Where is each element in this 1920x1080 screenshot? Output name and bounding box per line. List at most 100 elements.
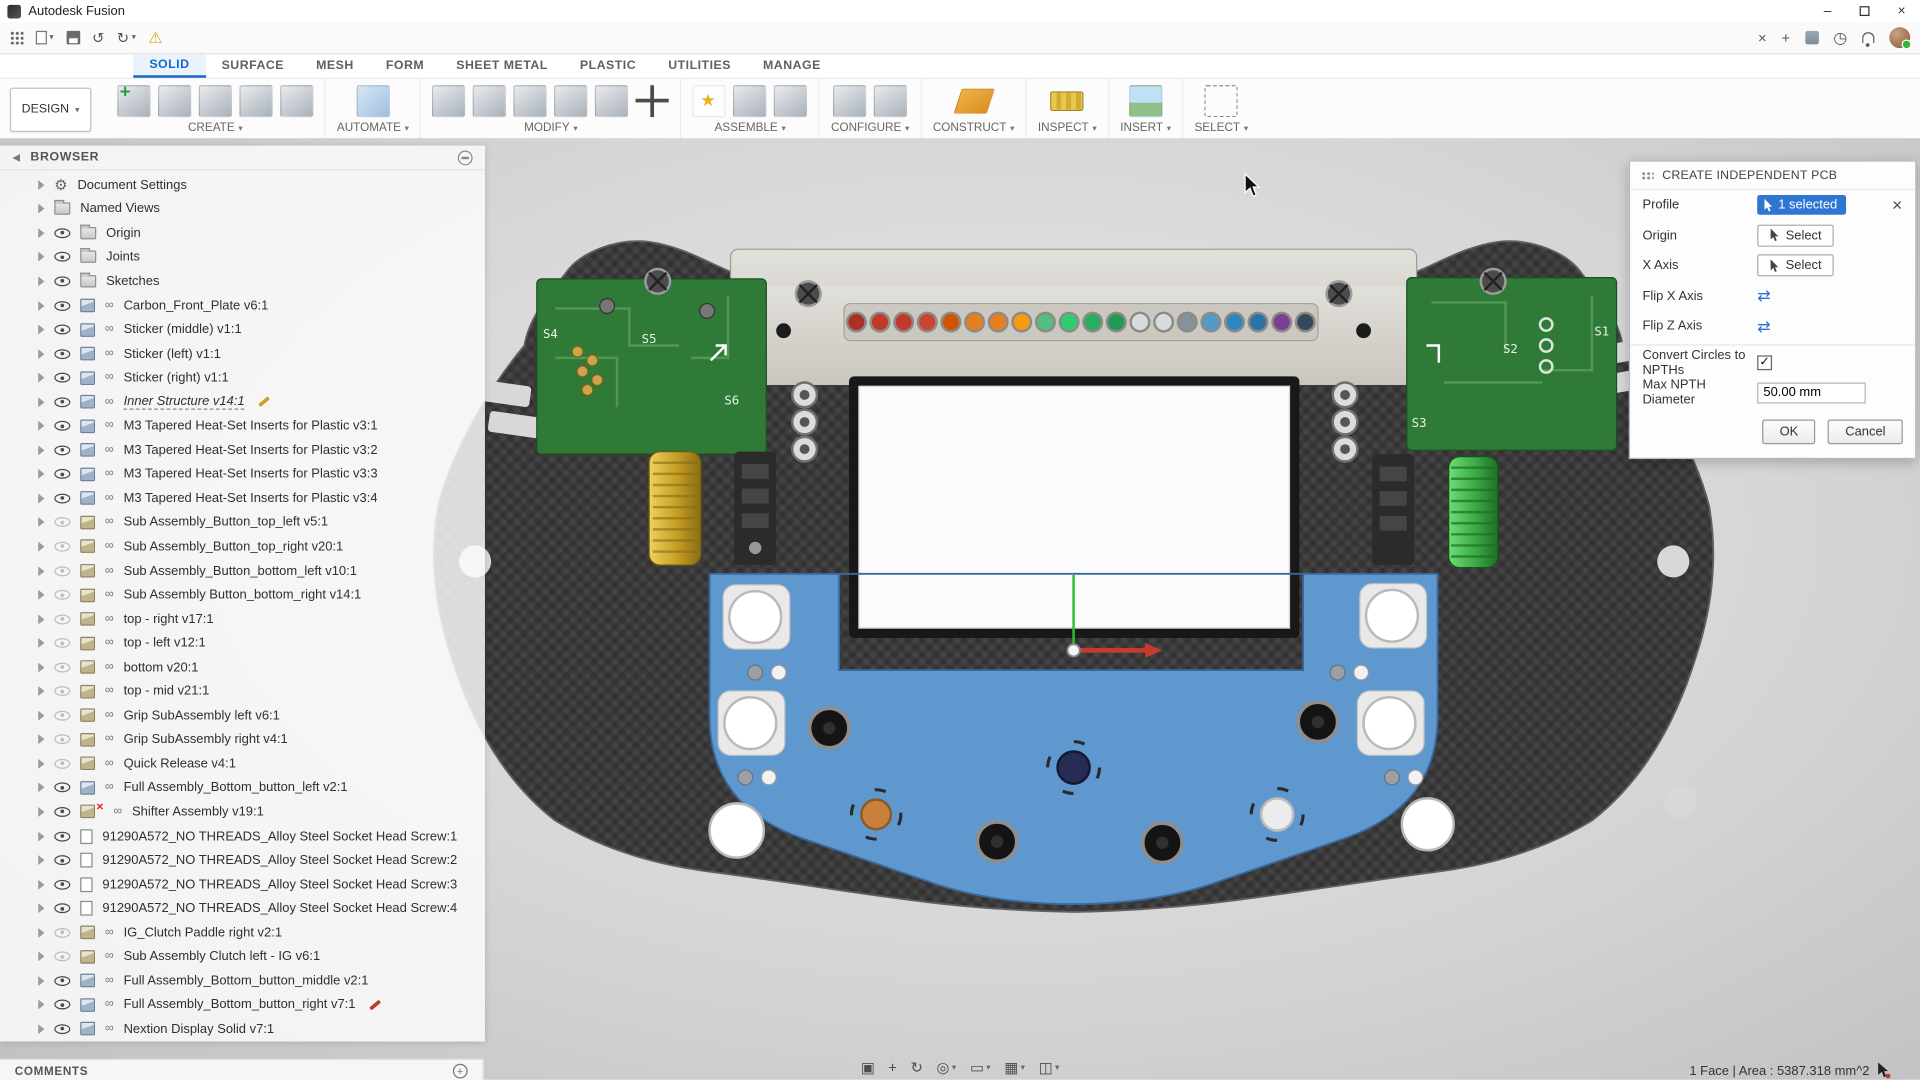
split-icon[interactable] <box>595 85 628 117</box>
expand-arrow-icon[interactable] <box>38 397 44 407</box>
expand-arrow-icon[interactable] <box>38 1024 44 1034</box>
browser-item[interactable]: ∞Quick Release v4:1 <box>0 752 485 776</box>
browser-item[interactable]: 91290A572_NO THREADS_Alloy Steel Socket … <box>0 824 485 848</box>
collapse-tree-icon[interactable] <box>458 150 473 165</box>
profile-selected-chip[interactable]: 1 selected <box>1757 195 1846 215</box>
extrude-icon[interactable] <box>158 85 191 117</box>
ribbon-group-label[interactable]: CONFIGURE▾ <box>831 121 909 135</box>
ribbon-group-label[interactable]: CONSTRUCT▾ <box>933 121 1015 135</box>
visibility-eye-icon[interactable] <box>54 542 70 552</box>
expand-arrow-icon[interactable] <box>38 518 44 528</box>
design-workspace-dropdown[interactable]: DESIGN ▾ <box>10 87 91 131</box>
expand-arrow-icon[interactable] <box>38 831 44 841</box>
flip-z-icon[interactable]: ⇄ <box>1757 318 1770 334</box>
browser-item[interactable]: ∞Full Assembly_Bottom_button_right v7:1 <box>0 993 485 1017</box>
clear-selection-icon[interactable]: ✕ <box>1891 197 1902 213</box>
browser-item[interactable]: ∞Nextion Display Solid v7:1 <box>0 1017 485 1041</box>
viewports-icon[interactable]: ◫▾ <box>1035 1059 1063 1076</box>
visibility-eye-icon[interactable] <box>54 252 70 262</box>
construction-plane-icon[interactable] <box>953 88 994 113</box>
browser-item[interactable]: ∞IG_Clutch Paddle right v2:1 <box>0 921 485 945</box>
expand-arrow-icon[interactable] <box>38 928 44 938</box>
expand-arrow-icon[interactable] <box>38 325 44 335</box>
visibility-eye-icon[interactable] <box>54 855 70 865</box>
move-icon[interactable] <box>636 85 669 117</box>
close-tab-icon[interactable]: × <box>1758 30 1767 45</box>
orbit-icon[interactable]: ↻ <box>907 1059 927 1076</box>
visibility-eye-icon[interactable] <box>54 783 70 793</box>
browser-item[interactable]: ∞Grip SubAssembly left v6:1 <box>0 703 485 727</box>
tab-solid[interactable]: SOLID <box>133 54 205 77</box>
maximize-button[interactable] <box>1846 0 1883 22</box>
expand-arrow-icon[interactable] <box>38 662 44 672</box>
expand-arrow-icon[interactable] <box>38 228 44 238</box>
browser-item[interactable]: ∞top - left v12:1 <box>0 631 485 655</box>
configuration-table-icon[interactable] <box>874 85 907 117</box>
expand-arrow-icon[interactable] <box>38 855 44 865</box>
browser-item[interactable]: ∞Sticker (middle) v1:1 <box>0 317 485 341</box>
steering-wheel-model[interactable]: S4 S5 S6 S1 S2 S3 <box>420 197 1728 937</box>
visibility-eye-icon[interactable] <box>54 904 70 914</box>
browser-item[interactable]: Named Views <box>0 197 485 221</box>
browser-item[interactable]: ∞bottom v20:1 <box>0 655 485 679</box>
expand-arrow-icon[interactable] <box>38 590 44 600</box>
visibility-eye-icon[interactable] <box>54 1024 70 1034</box>
notifications-bell-icon[interactable] <box>1862 32 1874 43</box>
pan-icon[interactable]: + <box>885 1059 901 1076</box>
visibility-eye-icon[interactable] <box>54 566 70 576</box>
job-status-icon[interactable]: ◷ <box>1833 28 1847 48</box>
visibility-eye-icon[interactable] <box>54 614 70 624</box>
browser-item[interactable]: ∞Full Assembly_Bottom_button_middle v2:1 <box>0 969 485 993</box>
expand-arrow-icon[interactable] <box>38 759 44 769</box>
save-icon[interactable] <box>66 31 80 45</box>
visibility-eye-icon[interactable] <box>54 928 70 938</box>
browser-item[interactable]: ∞Sub Assembly Button_bottom_right v14:1 <box>0 583 485 607</box>
expand-arrow-icon[interactable] <box>38 252 44 262</box>
expand-arrow-icon[interactable] <box>38 349 44 359</box>
insert-mesh-icon[interactable] <box>1129 85 1162 117</box>
rigid-group-icon[interactable] <box>774 85 807 117</box>
expand-arrow-icon[interactable] <box>38 711 44 721</box>
expand-arrow-icon[interactable] <box>38 879 44 889</box>
sweep-icon[interactable] <box>239 85 272 117</box>
browser-item[interactable]: ∞Sub Assembly_Button_top_right v20:1 <box>0 535 485 559</box>
expand-arrow-icon[interactable] <box>38 735 44 745</box>
expand-arrow-icon[interactable] <box>38 204 44 214</box>
shell-icon[interactable] <box>514 85 547 117</box>
browser-item[interactable]: ∞top - mid v21:1 <box>0 679 485 703</box>
visibility-eye-icon[interactable] <box>54 469 70 479</box>
browser-item[interactable]: ∞Sub Assembly_Button_top_left v5:1 <box>0 510 485 534</box>
flip-x-icon[interactable]: ⇄ <box>1757 288 1770 304</box>
browser-item[interactable]: ×∞Shifter Assembly v19:1 <box>0 800 485 824</box>
visibility-eye-icon[interactable] <box>54 759 70 769</box>
expand-arrow-icon[interactable] <box>38 807 44 817</box>
x-axis-select-button[interactable]: Select <box>1757 255 1834 277</box>
browser-item[interactable]: ∞M3 Tapered Heat-Set Inserts for Plastic… <box>0 486 485 510</box>
expand-arrow-icon[interactable] <box>38 566 44 576</box>
visibility-eye-icon[interactable] <box>54 662 70 672</box>
browser-item[interactable]: ∞top - right v17:1 <box>0 607 485 631</box>
collapse-panel-icon[interactable]: ◀ <box>12 152 20 163</box>
tab-surface[interactable]: SURFACE <box>206 54 301 77</box>
expand-arrow-icon[interactable] <box>38 445 44 455</box>
visibility-eye-icon[interactable] <box>54 590 70 600</box>
undo-icon[interactable]: ↺ <box>92 30 104 45</box>
browser-item[interactable]: ∞M3 Tapered Heat-Set Inserts for Plastic… <box>0 414 485 438</box>
expand-arrow-icon[interactable] <box>38 180 44 190</box>
ribbon-group-label[interactable]: ASSEMBLE▾ <box>715 121 786 135</box>
select-window-icon[interactable] <box>1205 85 1238 117</box>
browser-item[interactable]: ∞M3 Tapered Heat-Set Inserts for Plastic… <box>0 438 485 462</box>
expand-arrow-icon[interactable] <box>38 373 44 383</box>
expand-arrow-icon[interactable] <box>38 638 44 648</box>
fillet-icon[interactable] <box>473 85 506 117</box>
browser-item[interactable]: Sketches <box>0 269 485 293</box>
ribbon-group-label[interactable]: INSPECT▾ <box>1038 121 1097 135</box>
expand-arrow-icon[interactable] <box>38 300 44 310</box>
measure-icon[interactable] <box>1051 91 1084 111</box>
visibility-eye-icon[interactable] <box>54 831 70 841</box>
ribbon-group-label[interactable]: AUTOMATE▾ <box>337 121 409 135</box>
new-assembly-icon[interactable] <box>693 85 726 117</box>
tab-utilities[interactable]: UTILITIES <box>652 54 747 77</box>
visibility-eye-icon[interactable] <box>54 1000 70 1010</box>
ribbon-group-label[interactable]: CREATE▾ <box>188 121 243 135</box>
